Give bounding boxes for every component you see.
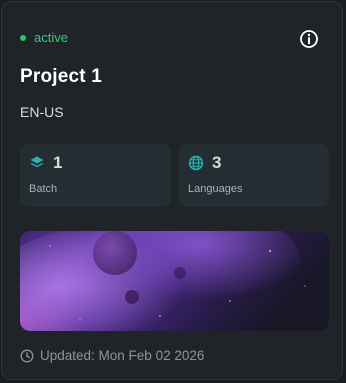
- status-dot: [20, 34, 26, 41]
- clock-icon: [20, 349, 34, 362]
- globe-icon: [188, 155, 204, 171]
- stat-languages-label: Languages: [188, 183, 243, 195]
- stat-batch-value: 1: [53, 153, 63, 172]
- stat-batch-label: Batch: [29, 183, 58, 195]
- status-indicator: active: [20, 30, 68, 45]
- updated-text: Updated: Mon Feb 02 2026: [40, 348, 205, 363]
- project-title: Project 1: [20, 66, 103, 87]
- project-card[interactable]: active Project 1 EN-US 1 Batch 3 Languag…: [1, 1, 343, 380]
- info-circle-icon: [300, 30, 318, 48]
- updated-timestamp: Updated: Mon Feb 02 2026: [20, 348, 204, 363]
- stat-languages: 3 Languages: [179, 144, 329, 207]
- layers-icon: [30, 156, 44, 168]
- project-cover-image: [20, 231, 329, 331]
- status-label: active: [34, 30, 68, 45]
- project-locale: EN-US: [20, 104, 64, 120]
- stat-languages-value: 3: [212, 153, 222, 172]
- stat-batch: 1 Batch: [20, 144, 171, 207]
- info-button[interactable]: [298, 28, 320, 50]
